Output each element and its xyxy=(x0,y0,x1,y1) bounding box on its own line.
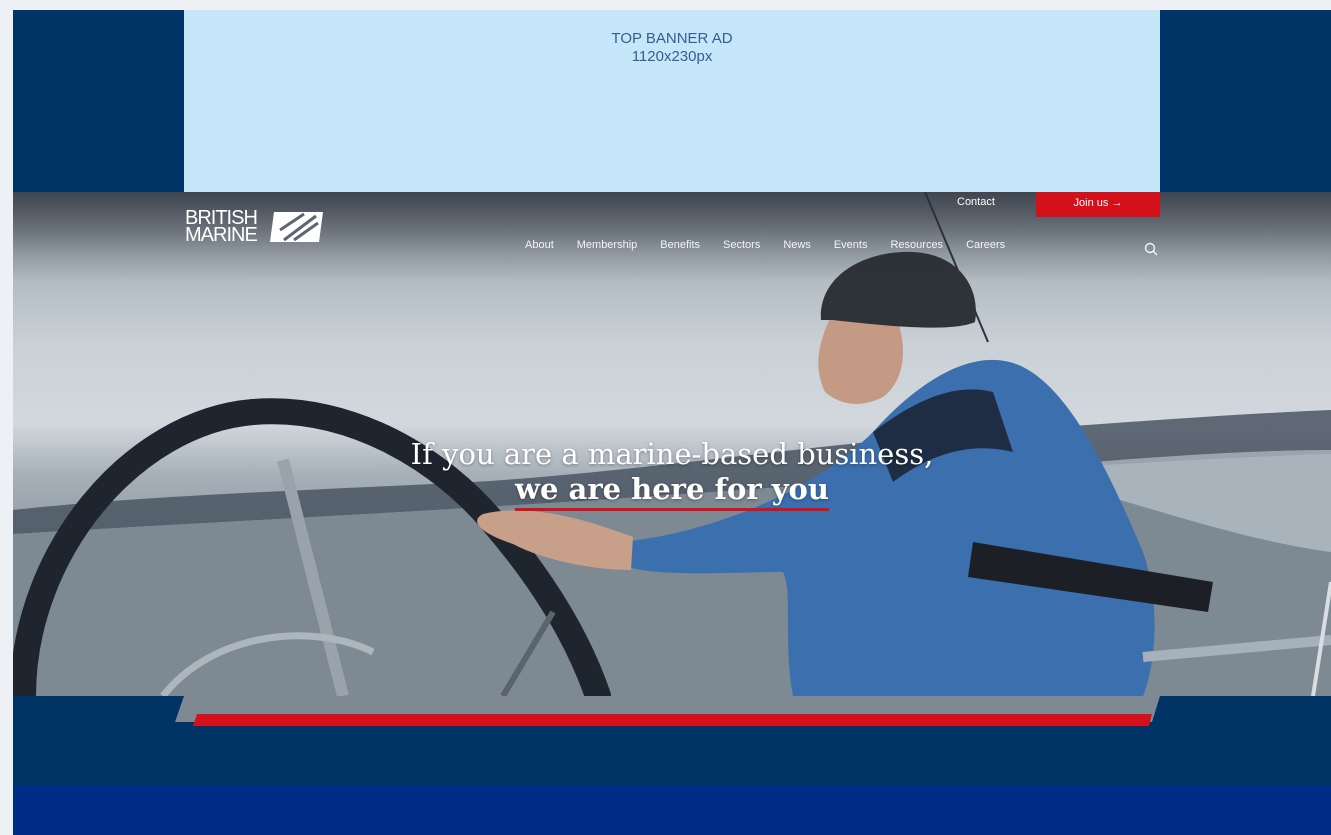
british-marine-logo[interactable]: BRITISH MARINE xyxy=(185,208,335,258)
nav-item-careers[interactable]: Careers xyxy=(966,239,1005,259)
headline-line-2: we are here for you xyxy=(515,472,829,511)
headline-line-1: If you are a marine-based business, xyxy=(410,437,934,471)
logo-line-2: MARINE xyxy=(185,224,258,246)
hero-headline: If you are a marine-based business, we a… xyxy=(13,437,1331,511)
nav-item-about[interactable]: About xyxy=(525,239,554,259)
nav-item-resources[interactable]: Resources xyxy=(890,239,943,259)
navy-band xyxy=(13,696,1331,786)
main-nav: About Membership Benefits Sectors News E… xyxy=(525,239,1028,259)
nav-item-news[interactable]: News xyxy=(783,239,811,259)
hero-section: BRITISH MARINE Contact Join us → About M… xyxy=(13,192,1331,696)
logo-flag-icon xyxy=(270,212,323,242)
hero-bottom-edge xyxy=(175,696,1160,726)
contact-link[interactable]: Contact xyxy=(957,196,995,208)
nav-item-benefits[interactable]: Benefits xyxy=(660,239,700,259)
bottom-panel xyxy=(13,786,1331,835)
page-frame: TOP BANNER AD 1120x230px BRITISH MARINE … xyxy=(13,10,1331,835)
search-icon[interactable] xyxy=(1144,242,1158,256)
top-banner-ad[interactable]: TOP BANNER AD 1120x230px xyxy=(184,10,1160,192)
nav-item-sectors[interactable]: Sectors xyxy=(723,239,760,259)
ad-size: 1120x230px xyxy=(631,48,713,65)
nav-item-membership[interactable]: Membership xyxy=(577,239,638,259)
ad-title: TOP BANNER AD xyxy=(611,30,733,47)
join-us-button[interactable]: Join us → xyxy=(1036,192,1160,217)
nav-item-events[interactable]: Events xyxy=(834,239,868,259)
